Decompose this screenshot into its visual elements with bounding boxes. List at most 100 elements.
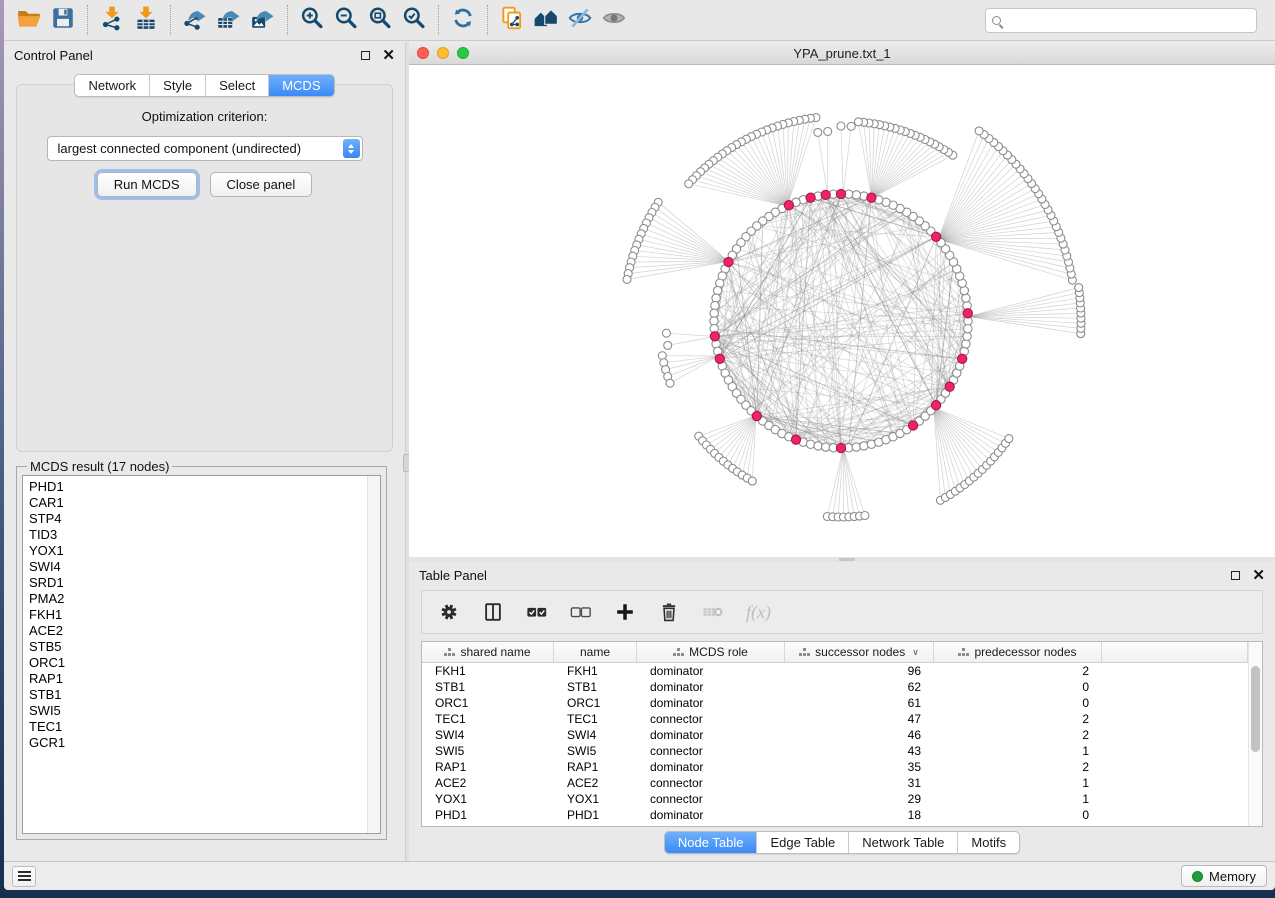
delete-icon[interactable]: [658, 601, 680, 623]
select-all-icon[interactable]: [526, 601, 548, 623]
list-item[interactable]: CAR1: [23, 495, 380, 511]
leaf-node[interactable]: [814, 128, 822, 136]
gear-icon[interactable]: [438, 601, 460, 623]
list-item[interactable]: PHD1: [23, 479, 380, 495]
mcds-node[interactable]: [710, 332, 719, 341]
mcds-node[interactable]: [867, 193, 876, 202]
float-icon[interactable]: [361, 51, 370, 60]
table-scrollbar-thumb[interactable]: [1251, 666, 1260, 752]
ring-node[interactable]: [852, 443, 860, 451]
column-header-predecessor-nodes[interactable]: predecessor nodes: [934, 642, 1102, 662]
ring-node[interactable]: [962, 340, 970, 348]
leaf-node[interactable]: [847, 122, 855, 130]
column-header-shared-name[interactable]: shared name: [422, 642, 554, 662]
table-row[interactable]: FKH1FKH1dominator962: [422, 663, 1248, 679]
leaf-node[interactable]: [1005, 435, 1013, 443]
hide-selected-button[interactable]: [563, 4, 597, 36]
search-box[interactable]: [985, 8, 1257, 33]
criterion-select[interactable]: largest connected component (undirected): [47, 136, 363, 161]
zoom-fit-button[interactable]: [363, 4, 397, 36]
import-table-button[interactable]: [129, 4, 163, 36]
import-network-button[interactable]: [95, 4, 129, 36]
zoom-in-button[interactable]: [295, 4, 329, 36]
float-icon[interactable]: [1231, 571, 1240, 580]
mcds-node[interactable]: [958, 354, 967, 363]
open-folder-button[interactable]: [12, 4, 46, 36]
list-item[interactable]: TID3: [23, 527, 380, 543]
leaf-node[interactable]: [824, 128, 832, 136]
leaf-node[interactable]: [664, 341, 672, 349]
mcds-node[interactable]: [945, 382, 954, 391]
column-header-successor-nodes[interactable]: successor nodes∨: [785, 642, 934, 662]
ring-node[interactable]: [814, 442, 822, 450]
tab-style[interactable]: Style: [149, 75, 205, 96]
search-input[interactable]: [1006, 13, 1250, 27]
show-all-button[interactable]: [597, 4, 631, 36]
mcds-node[interactable]: [784, 201, 793, 210]
mcds-node[interactable]: [715, 354, 724, 363]
list-item[interactable]: SWI5: [23, 703, 380, 719]
leaf-node[interactable]: [854, 118, 862, 126]
run-mcds-button[interactable]: Run MCDS: [97, 172, 197, 197]
leaf-node[interactable]: [1075, 284, 1083, 292]
leaf-node[interactable]: [975, 127, 983, 135]
table-row[interactable]: RAP1RAP1dominator352: [422, 759, 1248, 775]
mcds-node[interactable]: [791, 435, 800, 444]
mcds-list-scrollbar[interactable]: [367, 476, 380, 833]
tab-mcds[interactable]: MCDS: [268, 75, 333, 96]
mcds-node[interactable]: [806, 193, 815, 202]
list-item[interactable]: SWI4: [23, 559, 380, 575]
list-item[interactable]: ACE2: [23, 623, 380, 639]
list-item[interactable]: STB5: [23, 639, 380, 655]
mcds-node[interactable]: [932, 401, 941, 410]
ring-node[interactable]: [712, 294, 720, 302]
table-row[interactable]: SWI4SWI4dominator462: [422, 727, 1248, 743]
list-item[interactable]: GCR1: [23, 735, 380, 751]
leaf-node[interactable]: [748, 477, 756, 485]
table-row[interactable]: STB1STB1dominator620: [422, 679, 1248, 695]
close-panel-button[interactable]: Close panel: [210, 172, 313, 197]
deselect-all-icon[interactable]: [570, 601, 592, 623]
table-row[interactable]: PHD1PHD1dominator180: [422, 807, 1248, 823]
export-network-button[interactable]: [178, 4, 212, 36]
column-header-mcds-role[interactable]: MCDS role: [637, 642, 785, 662]
mcds-result-list[interactable]: PHD1CAR1STP4TID3YOX1SWI4SRD1PMA2FKH1ACE2…: [22, 475, 381, 834]
zoom-selected-button[interactable]: [397, 4, 431, 36]
leaf-node[interactable]: [685, 180, 693, 188]
table-scrollbar[interactable]: [1248, 642, 1262, 826]
list-item[interactable]: STP4: [23, 511, 380, 527]
ring-node[interactable]: [806, 440, 814, 448]
list-item[interactable]: SRD1: [23, 575, 380, 591]
tab-select[interactable]: Select: [205, 75, 268, 96]
ring-node[interactable]: [964, 325, 972, 333]
table-row[interactable]: ORC1ORC1dominator610: [422, 695, 1248, 711]
column-header-name[interactable]: name: [554, 642, 637, 662]
houses-button[interactable]: [529, 4, 563, 36]
table-row[interactable]: YOX1YOX1connector291: [422, 791, 1248, 807]
tab-motifs[interactable]: Motifs: [957, 832, 1019, 853]
task-history-button[interactable]: [12, 866, 36, 887]
list-item[interactable]: TEC1: [23, 719, 380, 735]
save-button[interactable]: [46, 4, 80, 36]
tab-node-table[interactable]: Node Table: [665, 832, 757, 853]
mcds-node[interactable]: [836, 443, 845, 452]
mcds-node[interactable]: [909, 421, 918, 430]
ring-node[interactable]: [714, 286, 722, 294]
export-image-button[interactable]: [246, 4, 280, 36]
ring-node[interactable]: [962, 294, 970, 302]
zoom-out-button[interactable]: [329, 4, 363, 36]
mcds-node[interactable]: [963, 309, 972, 318]
mcds-node[interactable]: [932, 232, 941, 241]
close-icon[interactable]: ✕: [382, 51, 395, 60]
close-icon[interactable]: ✕: [1252, 571, 1265, 580]
list-item[interactable]: ORC1: [23, 655, 380, 671]
leaf-node[interactable]: [662, 329, 670, 337]
columns-icon[interactable]: [482, 601, 504, 623]
network-canvas[interactable]: [409, 65, 1275, 557]
leaf-node[interactable]: [861, 512, 869, 520]
mcds-node[interactable]: [752, 412, 761, 421]
tab-edge-table[interactable]: Edge Table: [756, 832, 848, 853]
leaf-node[interactable]: [666, 379, 674, 387]
table-row[interactable]: ACE2ACE2connector311: [422, 775, 1248, 791]
delete-column-icon[interactable]: [702, 601, 724, 623]
